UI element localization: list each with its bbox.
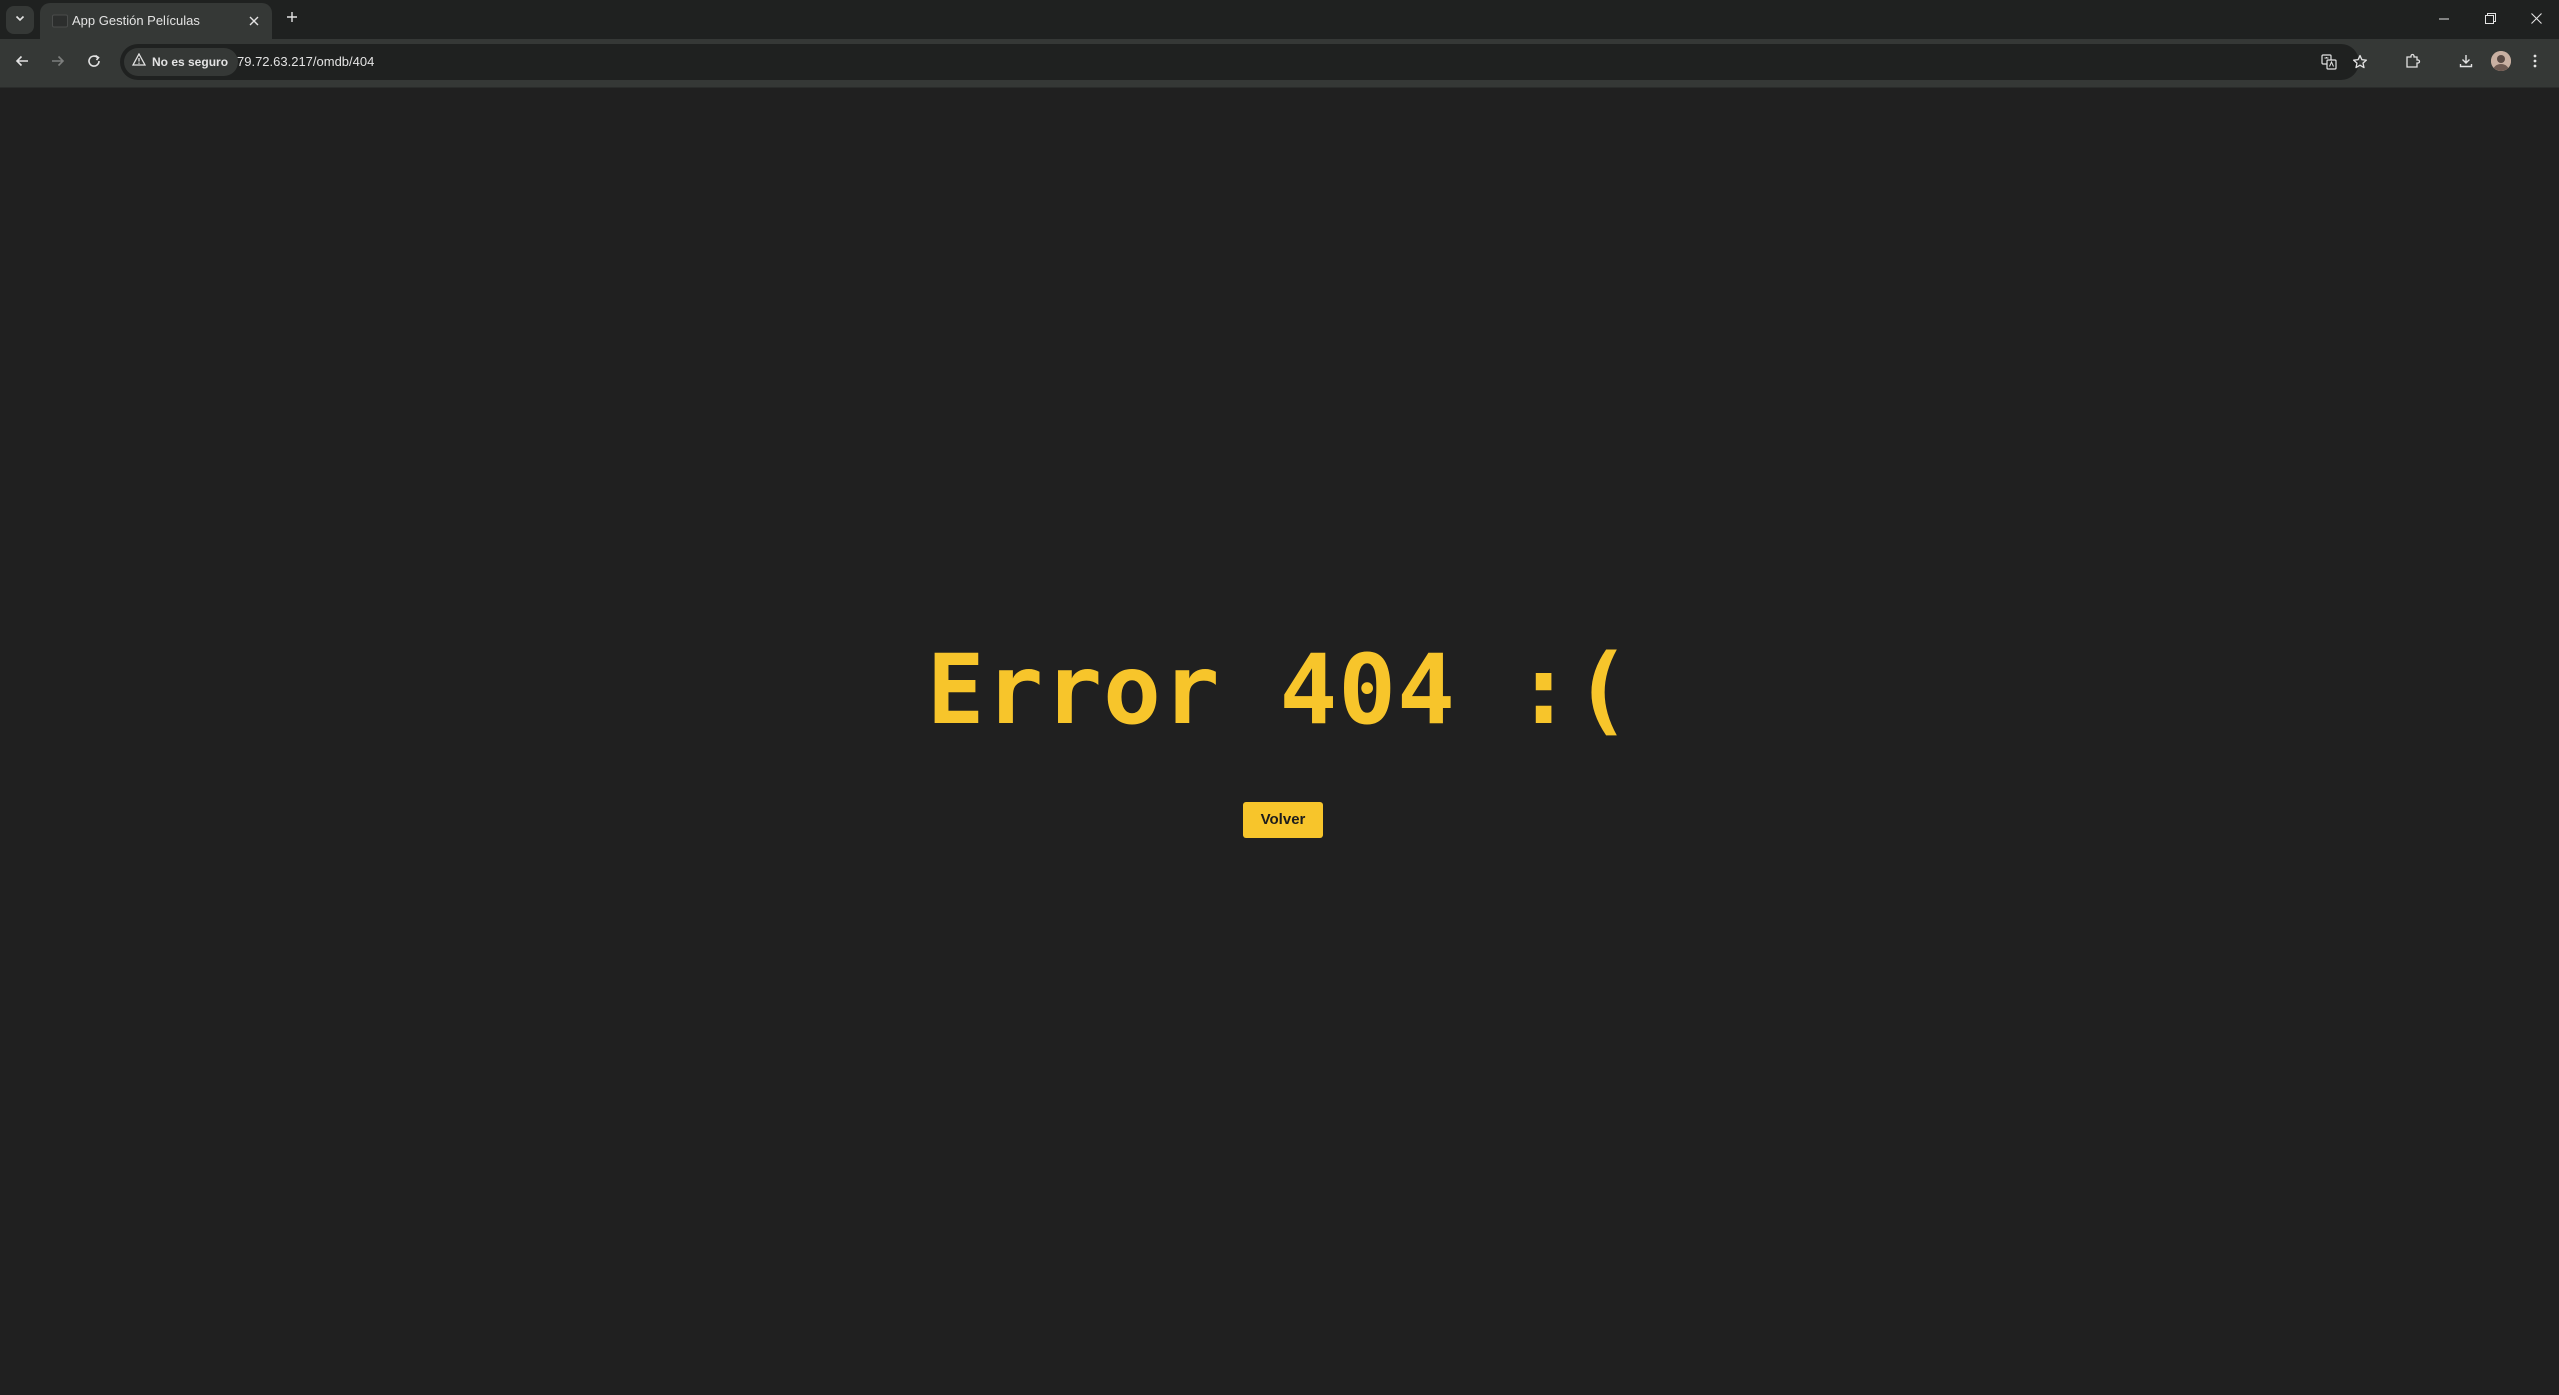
kebab-menu-icon — [2527, 53, 2543, 74]
reload-button[interactable] — [82, 51, 106, 75]
extensions-button[interactable] — [2401, 51, 2425, 75]
address-bar[interactable]: No es seguro 79.72.63.217/omdb/404 — [120, 44, 2368, 80]
close-icon[interactable] — [246, 13, 262, 29]
arrow-left-icon — [14, 53, 30, 74]
restore-button[interactable] — [2468, 4, 2512, 36]
downloads-button[interactable] — [2454, 51, 2478, 75]
back-button[interactable]: Volver — [1243, 802, 1323, 838]
close-window-button[interactable] — [2514, 4, 2558, 36]
security-chip[interactable]: No es seguro — [124, 48, 239, 76]
tab-active[interactable]: App Gestión Películas — [40, 3, 272, 39]
browser-toolbar: No es seguro 79.72.63.217/omdb/404 — [0, 39, 2559, 88]
star-icon[interactable] — [2350, 52, 2370, 72]
security-label: No es seguro — [152, 55, 229, 69]
tab-title: App Gestión Películas — [72, 13, 200, 28]
close-icon — [2530, 11, 2542, 29]
warning-triangle-icon — [131, 52, 147, 71]
page-viewport: Error 404 :( Volver — [0, 88, 2559, 1395]
plus-icon — [286, 10, 298, 28]
film-favicon-icon — [52, 14, 68, 28]
minimize-button[interactable] — [2422, 4, 2466, 36]
tab-search-button[interactable] — [6, 6, 34, 34]
chevron-down-icon — [14, 11, 26, 29]
error-title: Error 404 :( — [926, 634, 1633, 746]
new-tab-button[interactable] — [281, 8, 303, 30]
browser-window: App Gestión Películas No es seguro 79.72… — [0, 0, 2559, 1395]
menu-button[interactable] — [2523, 51, 2547, 75]
minimize-icon — [2439, 11, 2449, 29]
avatar-icon[interactable] — [2491, 51, 2511, 71]
restore-icon — [2484, 11, 2496, 29]
tab-strip: App Gestión Películas — [0, 0, 2559, 39]
back-nav-button[interactable] — [10, 51, 34, 75]
download-icon — [2458, 53, 2474, 74]
translate-icon[interactable] — [2319, 52, 2339, 72]
forward-nav-button[interactable] — [46, 51, 70, 75]
url-text[interactable]: 79.72.63.217/omdb/404 — [237, 53, 374, 71]
puzzle-icon — [2405, 53, 2421, 74]
arrow-right-icon — [50, 53, 66, 74]
reload-icon — [86, 53, 102, 74]
